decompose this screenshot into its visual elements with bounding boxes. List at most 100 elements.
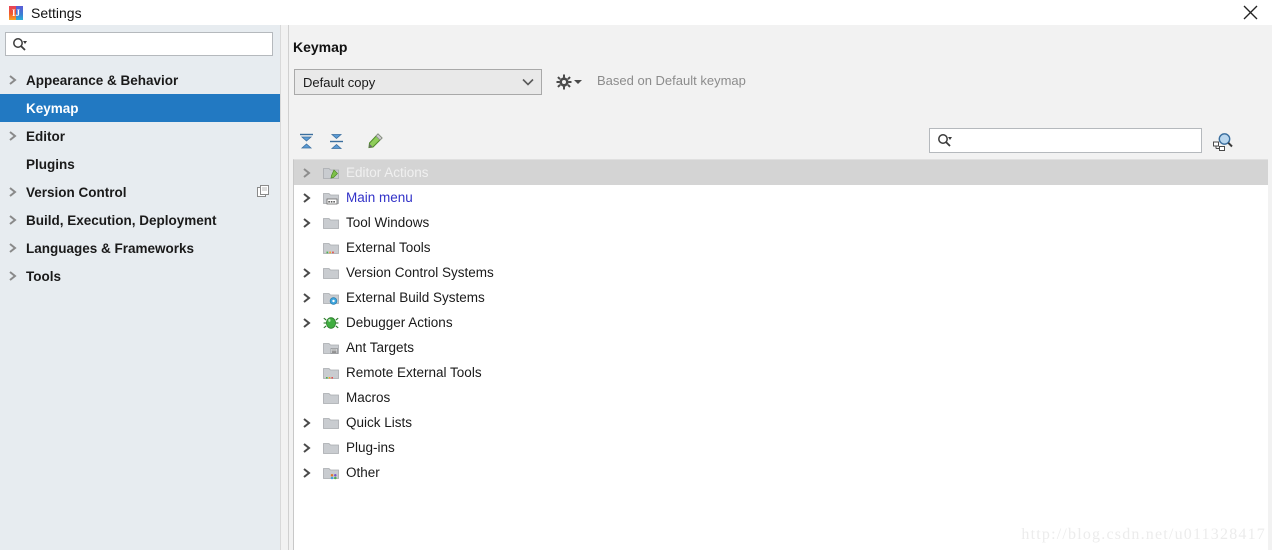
- tree-row[interactable]: Main menu: [294, 185, 1268, 210]
- keymap-search[interactable]: [929, 128, 1202, 154]
- keymap-select[interactable]: Default copy: [294, 69, 542, 95]
- sidebar-item-plugins[interactable]: Plugins: [0, 150, 280, 178]
- sidebar-item-label: Tools: [26, 268, 61, 284]
- window-title: Settings: [31, 4, 82, 21]
- chevron-right-icon[interactable]: [294, 442, 320, 454]
- gear-icon: [556, 74, 572, 90]
- chevron-right-icon[interactable]: [0, 242, 26, 254]
- sidebar-item-label: Build, Execution, Deployment: [26, 212, 217, 228]
- tree-row[interactable]: External Tools: [294, 235, 1268, 260]
- tree-row[interactable]: Editor Actions: [294, 160, 1268, 185]
- watermark: http://blog.csdn.net/u011328417: [1021, 526, 1266, 543]
- chevron-right-icon[interactable]: [0, 270, 26, 282]
- chevron-right-icon[interactable]: [294, 267, 320, 279]
- chevron-right-icon[interactable]: [294, 317, 320, 329]
- tree-row-label: Main menu: [346, 190, 413, 205]
- tree-row[interactable]: Other: [294, 460, 1268, 485]
- chevron-right-icon[interactable]: [294, 467, 320, 479]
- folder-icon: [320, 416, 342, 430]
- sidebar-item-label: Plugins: [26, 156, 75, 172]
- sidebar-item-label: Languages & Frameworks: [26, 240, 195, 256]
- tree-row-label: Other: [346, 465, 380, 480]
- tree-row[interactable]: Plug-ins: [294, 435, 1268, 460]
- chevron-right-icon[interactable]: [294, 292, 320, 304]
- folder-tools-icon: [320, 241, 342, 255]
- folder-icon: [320, 266, 342, 280]
- expand-all-icon: [299, 133, 313, 148]
- tree-row-label: External Tools: [346, 240, 431, 255]
- sidebar-item-label: Appearance & Behavior: [26, 72, 179, 88]
- sidebar-item-list: Appearance & Behavior Keymap Editor Plug…: [0, 66, 280, 290]
- chevron-right-icon[interactable]: [0, 214, 26, 226]
- folder-remote-icon: [320, 366, 342, 380]
- tree-row[interactable]: Remote External Tools: [294, 360, 1268, 385]
- folder-ant-icon: [320, 341, 342, 355]
- tree-row[interactable]: Version Control Systems: [294, 260, 1268, 285]
- chevron-right-icon[interactable]: [294, 217, 320, 229]
- keymap-tree[interactable]: Editor Actions Main menu Tool Windows Ex…: [293, 159, 1268, 550]
- sidebar-splitter[interactable]: [280, 25, 289, 550]
- expand-all-button[interactable]: [293, 128, 319, 154]
- sidebar-search-input[interactable]: [34, 33, 272, 57]
- keymap-options-button[interactable]: [556, 71, 586, 93]
- close-icon[interactable]: [1228, 0, 1272, 25]
- folder-other-icon: [320, 466, 342, 480]
- folder-edit-icon: [320, 166, 342, 180]
- keymap-select-value: Default copy: [303, 74, 376, 90]
- tree-row[interactable]: Debugger Actions: [294, 310, 1268, 335]
- chevron-down-icon: [574, 80, 582, 84]
- intellij-idea-icon: IJ: [8, 5, 24, 21]
- based-on-label: Based on Default keymap: [597, 73, 746, 88]
- tree-row[interactable]: Quick Lists: [294, 410, 1268, 435]
- sidebar-item-version-control[interactable]: Version Control: [0, 178, 280, 206]
- tree-row[interactable]: Tool Windows: [294, 210, 1268, 235]
- tree-row-label: External Build Systems: [346, 290, 485, 305]
- sidebar-item-keymap[interactable]: Keymap: [0, 94, 280, 122]
- bug-icon: [320, 315, 342, 330]
- chevron-right-icon[interactable]: [0, 186, 26, 198]
- tree-row-label: Editor Actions: [346, 165, 429, 180]
- find-by-shortcut-icon: [1212, 132, 1233, 151]
- tree-row-label: Plug-ins: [346, 440, 395, 455]
- sidebar-item-build-execution-deployment[interactable]: Build, Execution, Deployment: [0, 206, 280, 234]
- chevron-right-icon[interactable]: [294, 417, 320, 429]
- tree-row-label: Quick Lists: [346, 415, 413, 430]
- tree-row-label: Macros: [346, 390, 391, 405]
- copy-icon[interactable]: [257, 185, 270, 198]
- tree-row-label: Tool Windows: [346, 215, 430, 230]
- tree-row[interactable]: Macros: [294, 385, 1268, 410]
- sidebar-item-label: Editor: [26, 128, 65, 144]
- tree-row[interactable]: External Build Systems: [294, 285, 1268, 310]
- sidebar-item-label: Version Control: [26, 184, 127, 200]
- keymap-panel: Keymap Default copy Based on Default key…: [289, 25, 1272, 550]
- sidebar-item-appearance-behavior[interactable]: Appearance & Behavior: [0, 66, 280, 94]
- tree-row-label: Ant Targets: [346, 340, 415, 355]
- find-by-shortcut-button[interactable]: [1210, 129, 1234, 153]
- folder-icon: [320, 391, 342, 405]
- chevron-right-icon[interactable]: [0, 74, 26, 86]
- keymap-toolbar: [293, 128, 1268, 158]
- chevron-right-icon[interactable]: [294, 167, 320, 179]
- page-title: Keymap: [293, 39, 348, 55]
- sidebar-item-tools[interactable]: Tools: [0, 262, 280, 290]
- title-bar: IJ Settings: [0, 0, 1272, 26]
- sidebar-item-editor[interactable]: Editor: [0, 122, 280, 150]
- chevron-right-icon[interactable]: [294, 192, 320, 204]
- sidebar-item-label: Keymap: [26, 100, 79, 116]
- folder-icon: [320, 441, 342, 455]
- chevron-right-icon[interactable]: [0, 130, 26, 142]
- collapse-all-button[interactable]: [323, 128, 349, 154]
- chevron-down-icon[interactable]: [515, 77, 541, 87]
- edit-pencil-icon: [368, 133, 383, 149]
- sidebar-search[interactable]: [5, 32, 273, 57]
- edit-shortcut-button[interactable]: [362, 128, 388, 154]
- tree-row-label: Version Control Systems: [346, 265, 494, 280]
- collapse-all-icon: [329, 133, 343, 149]
- search-icon: [937, 133, 952, 151]
- folder-icon: [320, 216, 342, 230]
- sidebar-item-languages-frameworks[interactable]: Languages & Frameworks: [0, 234, 280, 262]
- keymap-search-input[interactable]: [959, 129, 1201, 154]
- tree-row-label: Debugger Actions: [346, 315, 453, 330]
- tree-row[interactable]: Ant Targets: [294, 335, 1268, 360]
- search-icon: [12, 37, 27, 55]
